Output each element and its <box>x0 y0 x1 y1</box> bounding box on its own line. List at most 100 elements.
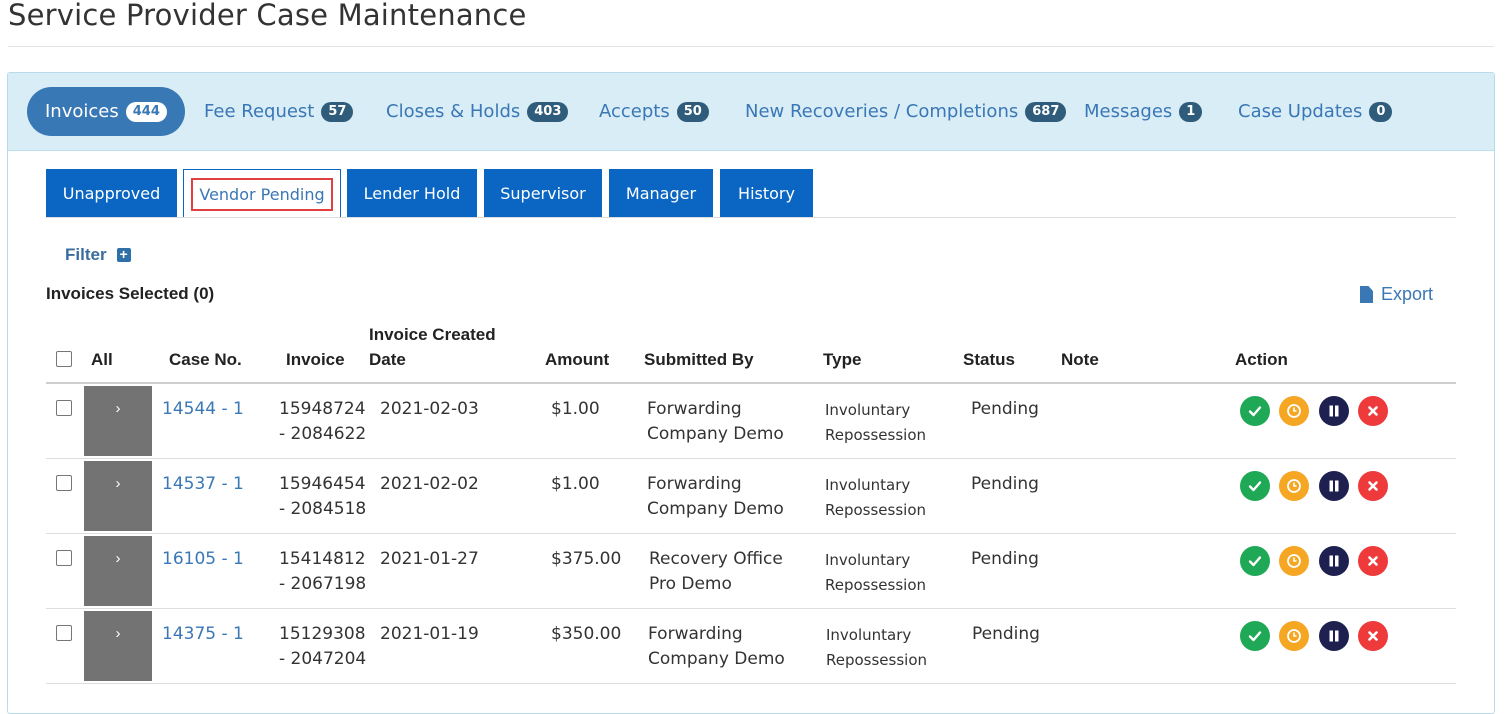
table-row: › 14537 - 1 15946454 - 2084518 2021-02-0… <box>46 459 1456 534</box>
column-header-created: Invoice Created <box>369 325 496 344</box>
invoice-amount: $375.00 <box>551 549 622 569</box>
column-header-note: Note <box>1061 350 1099 369</box>
invoice-date: 2021-02-03 <box>380 399 479 419</box>
subtab-unapproved[interactable]: Unapproved <box>46 169 177 217</box>
subtab-supervisor[interactable]: Supervisor <box>484 169 602 217</box>
approve-button[interactable] <box>1240 546 1270 576</box>
chevron-right-icon: › <box>115 400 121 417</box>
subtab-lender-hold[interactable]: Lender Hold <box>347 169 477 217</box>
reject-button[interactable] <box>1358 546 1388 576</box>
column-header-all: All <box>91 350 113 369</box>
count-badge: 57 <box>321 101 354 122</box>
pause-icon <box>1329 480 1339 492</box>
table-row: › 14375 - 1 15129308 - 2047204 2021-01-1… <box>46 609 1456 684</box>
invoice-date: 2021-01-19 <box>380 624 479 644</box>
filter-toggle[interactable]: Filter + <box>65 245 131 265</box>
submitted-by: Forwarding <box>647 474 742 494</box>
case-number-link[interactable]: 16105 - 1 <box>162 547 244 572</box>
row-expand-button[interactable]: › <box>84 461 152 531</box>
status-text: Pending <box>971 549 1039 569</box>
row-checkbox[interactable] <box>56 550 72 566</box>
case-type: Involuntary <box>825 476 911 494</box>
row-expand-button[interactable]: › <box>84 611 152 681</box>
invoices-selected: Invoices Selected (0) <box>46 284 215 303</box>
invoice-number: 15414812 <box>279 549 366 569</box>
invoice-number: 15946454 <box>279 474 366 494</box>
submitted-by-line2: Company Demo <box>648 649 785 669</box>
export-button[interactable]: Export <box>1360 284 1433 305</box>
count-badge: 50 <box>676 101 709 122</box>
pause-icon <box>1329 555 1339 567</box>
row-expand-button[interactable]: › <box>84 386 152 456</box>
case-number-link[interactable]: 14544 - 1 <box>162 397 244 422</box>
case-type-line2: Repossession <box>825 426 927 444</box>
row-checkbox[interactable] <box>56 400 72 416</box>
tab-messages[interactable]: Messages 1 <box>1084 87 1203 136</box>
count-badge: 444 <box>125 101 167 122</box>
close-icon <box>1368 481 1378 491</box>
clock-icon <box>1287 404 1301 418</box>
select-all-checkbox[interactable] <box>56 351 72 367</box>
tab-label: New Recoveries / Completions <box>745 101 1019 122</box>
reject-button[interactable] <box>1358 396 1388 426</box>
case-number-link[interactable]: 14375 - 1 <box>162 622 244 647</box>
plus-square-icon: + <box>116 247 131 262</box>
approve-button[interactable] <box>1240 396 1270 426</box>
count-badge: 1 <box>1179 101 1203 122</box>
subtab-history[interactable]: History <box>720 169 813 217</box>
hold-button[interactable] <box>1319 396 1349 426</box>
case-type: Involuntary <box>825 551 911 569</box>
subtab-vendor-pending[interactable]: Vendor Pending <box>183 169 341 218</box>
submitted-by-line2: Company Demo <box>647 424 784 444</box>
close-icon <box>1368 556 1378 566</box>
hold-button[interactable] <box>1319 546 1349 576</box>
case-type-line2: Repossession <box>825 576 927 594</box>
case-type: Involuntary <box>825 401 911 419</box>
main-tab-bar: Invoices 444 Fee Request 57 Closes & Hol… <box>8 73 1494 151</box>
column-header-created-date: Date <box>369 350 406 369</box>
row-expand-button[interactable]: › <box>84 536 152 606</box>
tab-invoices[interactable]: Invoices 444 <box>27 87 185 136</box>
invoice-number-suffix: - 2047204 <box>279 649 367 669</box>
tab-closes-holds[interactable]: Closes & Holds 403 <box>386 87 569 136</box>
tab-label: Accepts <box>599 101 670 122</box>
check-icon <box>1248 556 1262 567</box>
case-number-link[interactable]: 14537 - 1 <box>162 472 244 497</box>
hold-button[interactable] <box>1319 621 1349 651</box>
subtab-divider <box>46 217 1456 218</box>
clock-icon <box>1287 554 1301 568</box>
pending-button[interactable] <box>1279 621 1309 651</box>
export-label: Export <box>1381 284 1434 304</box>
tab-fee-request[interactable]: Fee Request 57 <box>204 87 354 136</box>
pending-button[interactable] <box>1279 396 1309 426</box>
row-checkbox[interactable] <box>56 475 72 491</box>
subtab-manager[interactable]: Manager <box>609 169 713 217</box>
tab-accepts[interactable]: Accepts 50 <box>599 87 709 136</box>
table-row: › 14544 - 1 15948724 - 2084622 2021-02-0… <box>46 384 1456 459</box>
column-header-submitted-by: Submitted By <box>644 350 754 369</box>
approve-button[interactable] <box>1240 471 1270 501</box>
column-header-case-no: Case No. <box>169 350 242 369</box>
chevron-right-icon: › <box>115 475 121 492</box>
status-text: Pending <box>972 624 1040 644</box>
column-header-action: Action <box>1235 350 1288 369</box>
tab-label: Fee Request <box>204 101 315 122</box>
reject-button[interactable] <box>1358 471 1388 501</box>
column-header-invoice: Invoice <box>286 350 345 369</box>
case-type-line2: Repossession <box>825 501 927 519</box>
pending-button[interactable] <box>1279 546 1309 576</box>
tab-case-updates[interactable]: Case Updates 0 <box>1238 87 1393 136</box>
column-header-type: Type <box>823 350 862 369</box>
row-checkbox[interactable] <box>56 625 72 641</box>
hold-button[interactable] <box>1319 471 1349 501</box>
chevron-right-icon: › <box>115 625 121 642</box>
close-icon <box>1368 631 1378 641</box>
reject-button[interactable] <box>1358 621 1388 651</box>
pending-button[interactable] <box>1279 471 1309 501</box>
invoice-date: 2021-02-02 <box>380 474 479 494</box>
tab-label: Messages <box>1084 101 1173 122</box>
approve-button[interactable] <box>1240 621 1270 651</box>
status-text: Pending <box>971 399 1039 419</box>
tab-new-recoveries[interactable]: New Recoveries / Completions 687 <box>745 87 1067 136</box>
tab-label: Closes & Holds <box>386 101 521 122</box>
